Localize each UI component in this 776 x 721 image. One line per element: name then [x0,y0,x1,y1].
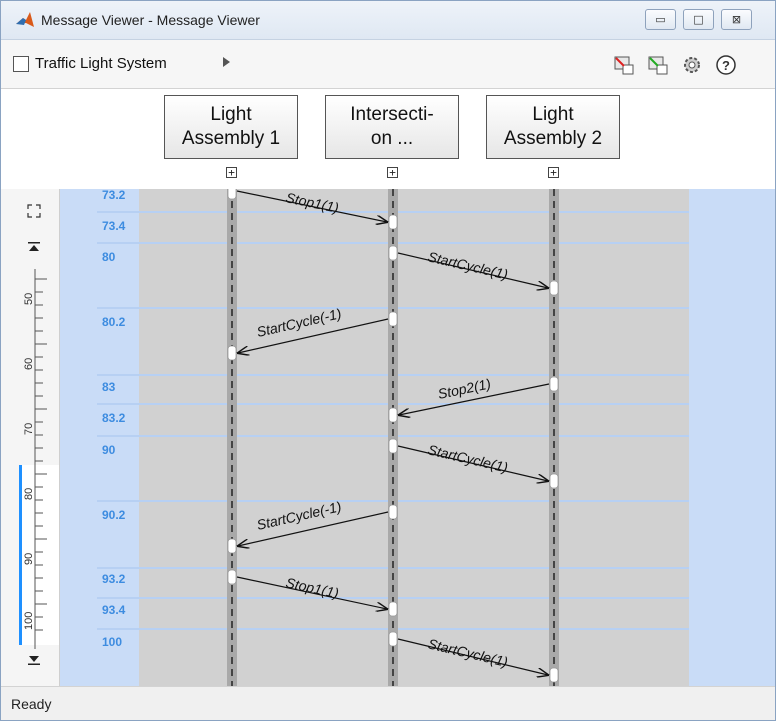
message-label: StartCycle(1) [426,635,509,670]
message-label: StartCycle(-1) [255,305,343,340]
lifeline-header-light-assembly-2[interactable]: Light Assembly 2 [486,95,620,159]
message-label: StartCycle(-1) [255,498,343,533]
lifeline-light-assembly-2 [549,189,559,686]
sequence-diagram-canvas: Light Assembly 1 Intersecti- on ... Ligh… [1,89,775,686]
maximize-button[interactable]: □ [683,9,714,30]
message-label: Stop1(1) [284,189,340,216]
status-bar: Ready [1,686,775,720]
sequence-graphics: Stop1(1) StartCycle(1) StartCycle(-1) St… [227,189,559,686]
breadcrumb-arrow-icon[interactable] [223,57,230,67]
toolbar: Traffic Light System ? [1,40,775,89]
status-text: Ready [11,696,52,712]
close-button[interactable]: ⊠ [721,9,752,30]
title-bar: Message Viewer - Message Viewer ▭ □ ⊠ [1,1,775,40]
expand-icon[interactable]: + [548,167,559,178]
svg-text:?: ? [722,58,730,73]
message-diagram: 73.2 73.4 80 80.2 83 83.2 90 90.2 93.2 9… [1,189,775,686]
lifeline-header-intersection[interactable]: Intersecti- on ... [325,95,459,159]
breadcrumb-model[interactable]: Traffic Light System [35,55,167,72]
message-viewer-window: Message Viewer - Message Viewer ▭ □ ⊠ Tr… [0,0,776,721]
export-green-icon[interactable] [647,54,669,76]
lifeline-header-light-assembly-1[interactable]: Light Assembly 1 [164,95,298,159]
message-label: Stop1(1) [284,574,340,601]
message-label: StartCycle(1) [426,248,509,282]
lifeline-light-assembly-1 [227,189,237,686]
minimize-button[interactable]: ▭ [645,9,676,30]
lifeline-header-area: Light Assembly 1 Intersecti- on ... Ligh… [1,89,775,189]
expand-icon[interactable]: + [387,167,398,178]
export-red-icon[interactable] [613,54,635,76]
matlab-icon [16,12,34,27]
model-icon [13,56,29,72]
window-title: Message Viewer - Message Viewer [41,12,260,28]
settings-gear-icon[interactable] [681,54,703,76]
message-label: StartCycle(1) [426,441,509,475]
expand-icon[interactable]: + [226,167,237,178]
help-icon[interactable]: ? [715,54,737,76]
